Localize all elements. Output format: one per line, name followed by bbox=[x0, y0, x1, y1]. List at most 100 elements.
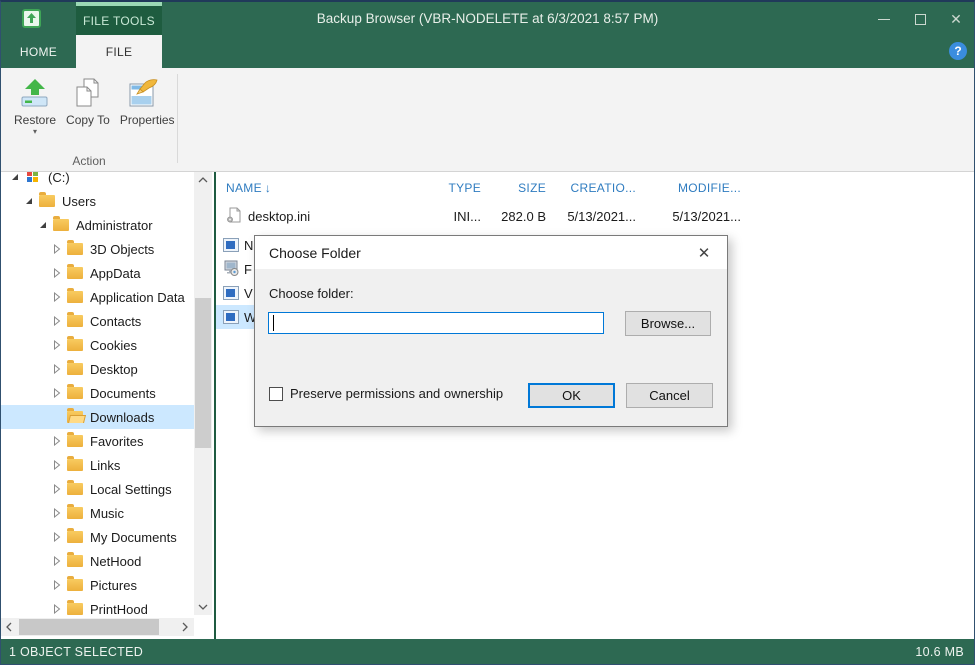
folder-icon bbox=[67, 530, 84, 544]
tree-item-administrator[interactable]: Administrator bbox=[1, 213, 194, 237]
properties-button[interactable]: Properties bbox=[115, 74, 171, 138]
tree-hscroll-thumb[interactable] bbox=[19, 619, 159, 635]
restore-dropdown-caret-icon[interactable]: ▾ bbox=[33, 128, 37, 136]
tree-item-links[interactable]: Links bbox=[1, 453, 194, 477]
application-file-icon bbox=[223, 310, 239, 324]
ini-file-icon bbox=[226, 207, 242, 226]
dialog-title-bar[interactable]: Choose Folder ✕ bbox=[255, 236, 727, 269]
collapsed-arrow-icon[interactable] bbox=[51, 508, 62, 519]
tree-item-my-documents[interactable]: My Documents bbox=[1, 525, 194, 549]
collapsed-arrow-icon[interactable] bbox=[51, 460, 62, 471]
folder-icon bbox=[67, 242, 84, 256]
collapsed-arrow-icon[interactable] bbox=[51, 532, 62, 543]
expanded-arrow-icon[interactable] bbox=[9, 172, 20, 183]
scroll-up-icon[interactable] bbox=[194, 172, 212, 188]
dialog-body: Choose folder: Browse... Preserve permis… bbox=[255, 269, 727, 427]
tree-item-label: AppData bbox=[90, 266, 141, 281]
tree-item-label: Contacts bbox=[90, 314, 141, 329]
collapsed-arrow-icon[interactable] bbox=[51, 316, 62, 327]
folder-icon bbox=[67, 434, 84, 448]
restore-icon bbox=[18, 76, 52, 110]
tree-item-favorites[interactable]: Favorites bbox=[1, 429, 194, 453]
tree-horizontal-scrollbar[interactable] bbox=[1, 618, 194, 636]
tree-item-nethood[interactable]: NetHood bbox=[1, 549, 194, 573]
scroll-left-icon[interactable] bbox=[1, 618, 17, 636]
collapsed-arrow-icon[interactable] bbox=[51, 292, 62, 303]
scroll-right-icon[interactable] bbox=[177, 618, 193, 636]
folder-icon bbox=[53, 218, 70, 232]
file-type: INI... bbox=[431, 209, 481, 224]
tree-item-label: 3D Objects bbox=[90, 242, 154, 257]
tree-item-users[interactable]: Users bbox=[1, 189, 194, 213]
tree-item-local-settings[interactable]: Local Settings bbox=[1, 477, 194, 501]
ok-button[interactable]: OK bbox=[528, 383, 615, 408]
collapsed-arrow-icon[interactable] bbox=[51, 604, 62, 615]
text-caret bbox=[273, 315, 274, 331]
tree-item-contacts[interactable]: Contacts bbox=[1, 309, 194, 333]
expanded-arrow-icon[interactable] bbox=[23, 196, 34, 207]
tree-item-label: Users bbox=[62, 194, 96, 209]
dialog-close-icon[interactable]: ✕ bbox=[695, 244, 713, 262]
cancel-button[interactable]: Cancel bbox=[626, 383, 713, 408]
collapsed-arrow-icon[interactable] bbox=[51, 364, 62, 375]
collapsed-arrow-icon[interactable] bbox=[51, 580, 62, 591]
preserve-permissions-label: Preserve permissions and ownership bbox=[290, 386, 503, 401]
file-name: desktop.ini bbox=[248, 209, 310, 224]
tree-item-label: My Documents bbox=[90, 530, 177, 545]
column-header-modified[interactable]: MODIFIE... bbox=[636, 181, 741, 195]
collapsed-arrow-icon[interactable] bbox=[51, 484, 62, 495]
tree-vertical-scrollbar[interactable] bbox=[194, 172, 212, 615]
close-icon[interactable]: ✕ bbox=[950, 13, 962, 25]
collapsed-arrow-icon[interactable] bbox=[51, 436, 62, 447]
help-icon[interactable]: ? bbox=[949, 42, 967, 60]
tree-item-appdata[interactable]: AppData bbox=[1, 261, 194, 285]
tree-item-downloads[interactable]: Downloads bbox=[1, 405, 194, 429]
maximize-icon[interactable] bbox=[914, 13, 926, 25]
tree-item-c[interactable]: (C:) bbox=[1, 172, 194, 189]
column-header-creation[interactable]: CREATIO... bbox=[546, 181, 636, 195]
tree-item-application-data[interactable]: Application Data bbox=[1, 285, 194, 309]
folder-icon bbox=[39, 194, 56, 208]
restore-button[interactable]: Restore ▾ bbox=[9, 74, 61, 138]
tab-home[interactable]: HOME bbox=[1, 35, 76, 68]
file-modified: 5/13/2021... bbox=[636, 209, 741, 224]
tree-item-label: Local Settings bbox=[90, 482, 172, 497]
collapsed-arrow-icon[interactable] bbox=[51, 244, 62, 255]
file-row-desktop-ini[interactable]: desktop.ini INI... 282.0 B 5/13/2021... … bbox=[216, 204, 974, 229]
app-icon bbox=[22, 9, 41, 28]
preserve-permissions-checkbox[interactable] bbox=[269, 387, 283, 401]
column-header-size[interactable]: SIZE bbox=[481, 181, 546, 195]
minimize-icon[interactable] bbox=[878, 13, 890, 25]
file-list-header: NAME ↓ TYPE SIZE CREATIO... MODIFIE... bbox=[216, 172, 974, 204]
tree-item-pictures[interactable]: Pictures bbox=[1, 573, 194, 597]
tab-file[interactable]: FILE bbox=[76, 35, 162, 68]
tree-item-3d-objects[interactable]: 3D Objects bbox=[1, 237, 194, 261]
application-file-icon bbox=[223, 286, 239, 300]
copy-to-button[interactable]: Copy To bbox=[61, 74, 115, 138]
tree-vscroll-thumb[interactable] bbox=[195, 298, 211, 448]
tree-item-documents[interactable]: Documents bbox=[1, 381, 194, 405]
choose-folder-label: Choose folder: bbox=[269, 286, 354, 301]
tree-item-music[interactable]: Music bbox=[1, 501, 194, 525]
tree-item-label: Administrator bbox=[76, 218, 153, 233]
tree-item-label: PrintHood bbox=[90, 602, 148, 617]
folder-path-input[interactable] bbox=[268, 312, 604, 334]
tree-item-label: Application Data bbox=[90, 290, 185, 305]
scroll-down-icon[interactable] bbox=[194, 599, 212, 615]
collapsed-arrow-icon[interactable] bbox=[51, 388, 62, 399]
collapsed-arrow-icon[interactable] bbox=[51, 340, 62, 351]
expanded-arrow-icon[interactable] bbox=[37, 220, 48, 231]
column-header-type[interactable]: TYPE bbox=[431, 181, 481, 195]
ribbon-group-label: Action bbox=[1, 154, 177, 168]
tree-item-cookies[interactable]: Cookies bbox=[1, 333, 194, 357]
collapsed-arrow-icon[interactable] bbox=[51, 268, 62, 279]
column-header-name[interactable]: NAME ↓ bbox=[226, 181, 431, 195]
folder-icon bbox=[67, 290, 84, 304]
tree-item-label: Favorites bbox=[90, 434, 143, 449]
contextual-tab-file-tools[interactable]: FILE TOOLS bbox=[76, 2, 162, 35]
tree-item-desktop[interactable]: Desktop bbox=[1, 357, 194, 381]
collapsed-arrow-icon[interactable] bbox=[51, 556, 62, 567]
browse-button[interactable]: Browse... bbox=[625, 311, 711, 336]
file-size: 282.0 B bbox=[481, 209, 546, 224]
status-selected-count: 1 OBJECT SELECTED bbox=[9, 645, 143, 659]
